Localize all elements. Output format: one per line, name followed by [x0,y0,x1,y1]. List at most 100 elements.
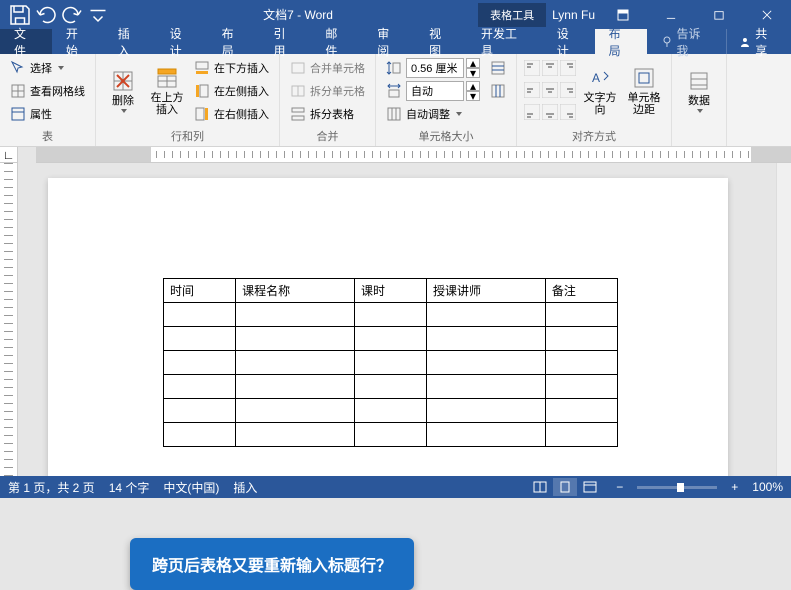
group-label: 合并 [286,127,369,145]
row-height-input[interactable] [406,58,464,78]
tab-developer[interactable]: 开发工具 [467,29,543,54]
quick-access-toolbar [0,3,118,27]
table-row [164,327,618,351]
group-label: 对齐方式 [523,127,665,145]
delete-button[interactable]: 删除 [102,57,144,125]
spin-down-button[interactable]: ▾ [466,91,480,101]
undo-button[interactable] [34,3,58,27]
distribute-rows-button[interactable] [486,57,510,79]
contextual-tab-label: 表格工具 [478,3,546,27]
tab-home[interactable]: 开始 [52,29,104,54]
qat-customize-button[interactable] [86,3,110,27]
language-indicator[interactable]: 中文(中国) [163,479,219,496]
table-row [164,351,618,375]
align-mr[interactable] [559,79,577,101]
tab-selector[interactable]: ∟ [0,147,18,163]
svg-text:A: A [592,71,600,85]
document-table[interactable]: 时间 课程名称 课时 授课讲师 备注 [163,278,618,447]
save-button[interactable] [8,3,32,27]
ribbon-group-table: 选择 查看网格线 属性 表 [0,54,96,146]
split-table-button[interactable]: 拆分表格 [286,103,369,125]
group-label: 单元格大小 [382,127,510,145]
page-indicator[interactable]: 第 1 页，共 2 页 [8,479,95,496]
tab-insert[interactable]: 插入 [104,29,156,54]
autofit-button[interactable]: 自动调整 [382,103,484,125]
align-bl[interactable] [523,101,541,123]
read-mode-button[interactable] [528,478,552,496]
status-bar: 第 1 页，共 2 页 14 个字 中文(中国) 插入 − + 100% [0,476,791,498]
insert-above-button[interactable]: 在上方插入 [146,57,188,125]
tab-table-layout[interactable]: 布局 [595,29,647,54]
share-button[interactable]: 共享 [726,29,791,54]
chevron-down-icon [697,109,703,113]
document-title: 文档7 - Word [118,6,478,23]
width-icon [386,83,402,99]
print-layout-button[interactable] [553,478,577,496]
align-tl[interactable] [523,57,541,79]
properties-button[interactable]: 属性 [6,103,89,125]
insert-below-button[interactable]: 在下方插入 [190,57,273,79]
tab-references[interactable]: 引用 [259,29,311,54]
cell-margins-button[interactable]: 单元格边距 [623,57,665,125]
align-ml[interactable] [523,79,541,101]
table-header-cell[interactable]: 课时 [354,279,426,303]
alignment-grid[interactable] [523,57,577,123]
group-label [678,143,720,145]
table-header-cell[interactable]: 课程名称 [236,279,355,303]
page: 时间 课程名称 课时 授课讲师 备注 [48,178,728,476]
tab-design[interactable]: 设计 [156,29,208,54]
zoom-out-button[interactable]: − [616,480,623,494]
tab-review[interactable]: 审阅 [363,29,415,54]
horizontal-ruler[interactable] [36,147,791,163]
height-icon [386,60,402,76]
tab-file[interactable]: 文件 [0,29,52,54]
ribbon-group-align: A文字方向 单元格边距 对齐方式 [517,54,672,146]
document-area: 时间 课程名称 课时 授课讲师 备注 跨页后表格又要重新输入标题行？ [0,163,791,476]
ribbon-tabs: 文件 开始 插入 设计 布局 引用 邮件 审阅 视图 开发工具 设计 布局 告诉… [0,29,791,54]
table-row [164,375,618,399]
word-count[interactable]: 14 个字 [109,479,150,496]
distribute-cols-button[interactable] [486,80,510,102]
redo-button[interactable] [60,3,84,27]
table-header-cell[interactable]: 时间 [164,279,236,303]
zoom-in-button[interactable]: + [731,480,738,494]
insert-right-button[interactable]: 在右侧插入 [190,103,273,125]
row-height-control[interactable]: ▴▾ [382,57,484,79]
align-bc[interactable] [541,101,559,123]
zoom-slider[interactable] [637,486,717,489]
insert-mode[interactable]: 插入 [233,479,257,496]
table-header-row: 时间 课程名称 课时 授课讲师 备注 [164,279,618,303]
tab-table-design[interactable]: 设计 [543,29,595,54]
col-width-input[interactable] [406,81,464,101]
user-name[interactable]: Lynn Fu [552,8,595,22]
table-header-cell[interactable]: 备注 [545,279,617,303]
insert-left-button[interactable]: 在左侧插入 [190,80,273,102]
col-width-control[interactable]: ▴▾ [382,80,484,102]
zoom-level[interactable]: 100% [752,480,783,494]
web-layout-button[interactable] [578,478,602,496]
view-buttons [528,478,602,496]
data-button[interactable]: 数据 [678,57,720,125]
view-gridlines-button[interactable]: 查看网格线 [6,80,89,102]
align-tr[interactable] [559,57,577,79]
text-direction-button[interactable]: A文字方向 [579,57,621,125]
document-canvas[interactable]: 时间 课程名称 课时 授课讲师 备注 [18,163,791,476]
chevron-down-icon [456,112,462,116]
table-row [164,423,618,447]
tell-me-button[interactable]: 告诉我 [647,29,727,54]
align-tc[interactable] [541,57,559,79]
table-header-cell[interactable]: 授课讲师 [427,279,546,303]
select-button[interactable]: 选择 [6,57,89,79]
vertical-scrollbar[interactable] [776,163,791,476]
chevron-down-icon [58,66,64,70]
align-br[interactable] [559,101,577,123]
tab-layout[interactable]: 布局 [208,29,260,54]
vertical-ruler[interactable] [0,163,18,476]
spin-down-button[interactable]: ▾ [466,68,480,78]
align-mc[interactable] [541,79,559,101]
chevron-down-icon [121,109,127,113]
tab-mail[interactable]: 邮件 [311,29,363,54]
tab-view[interactable]: 视图 [415,29,467,54]
merge-cells-button: 合并单元格 [286,57,369,79]
annotation-callout: 跨页后表格又要重新输入标题行？ [130,538,414,590]
